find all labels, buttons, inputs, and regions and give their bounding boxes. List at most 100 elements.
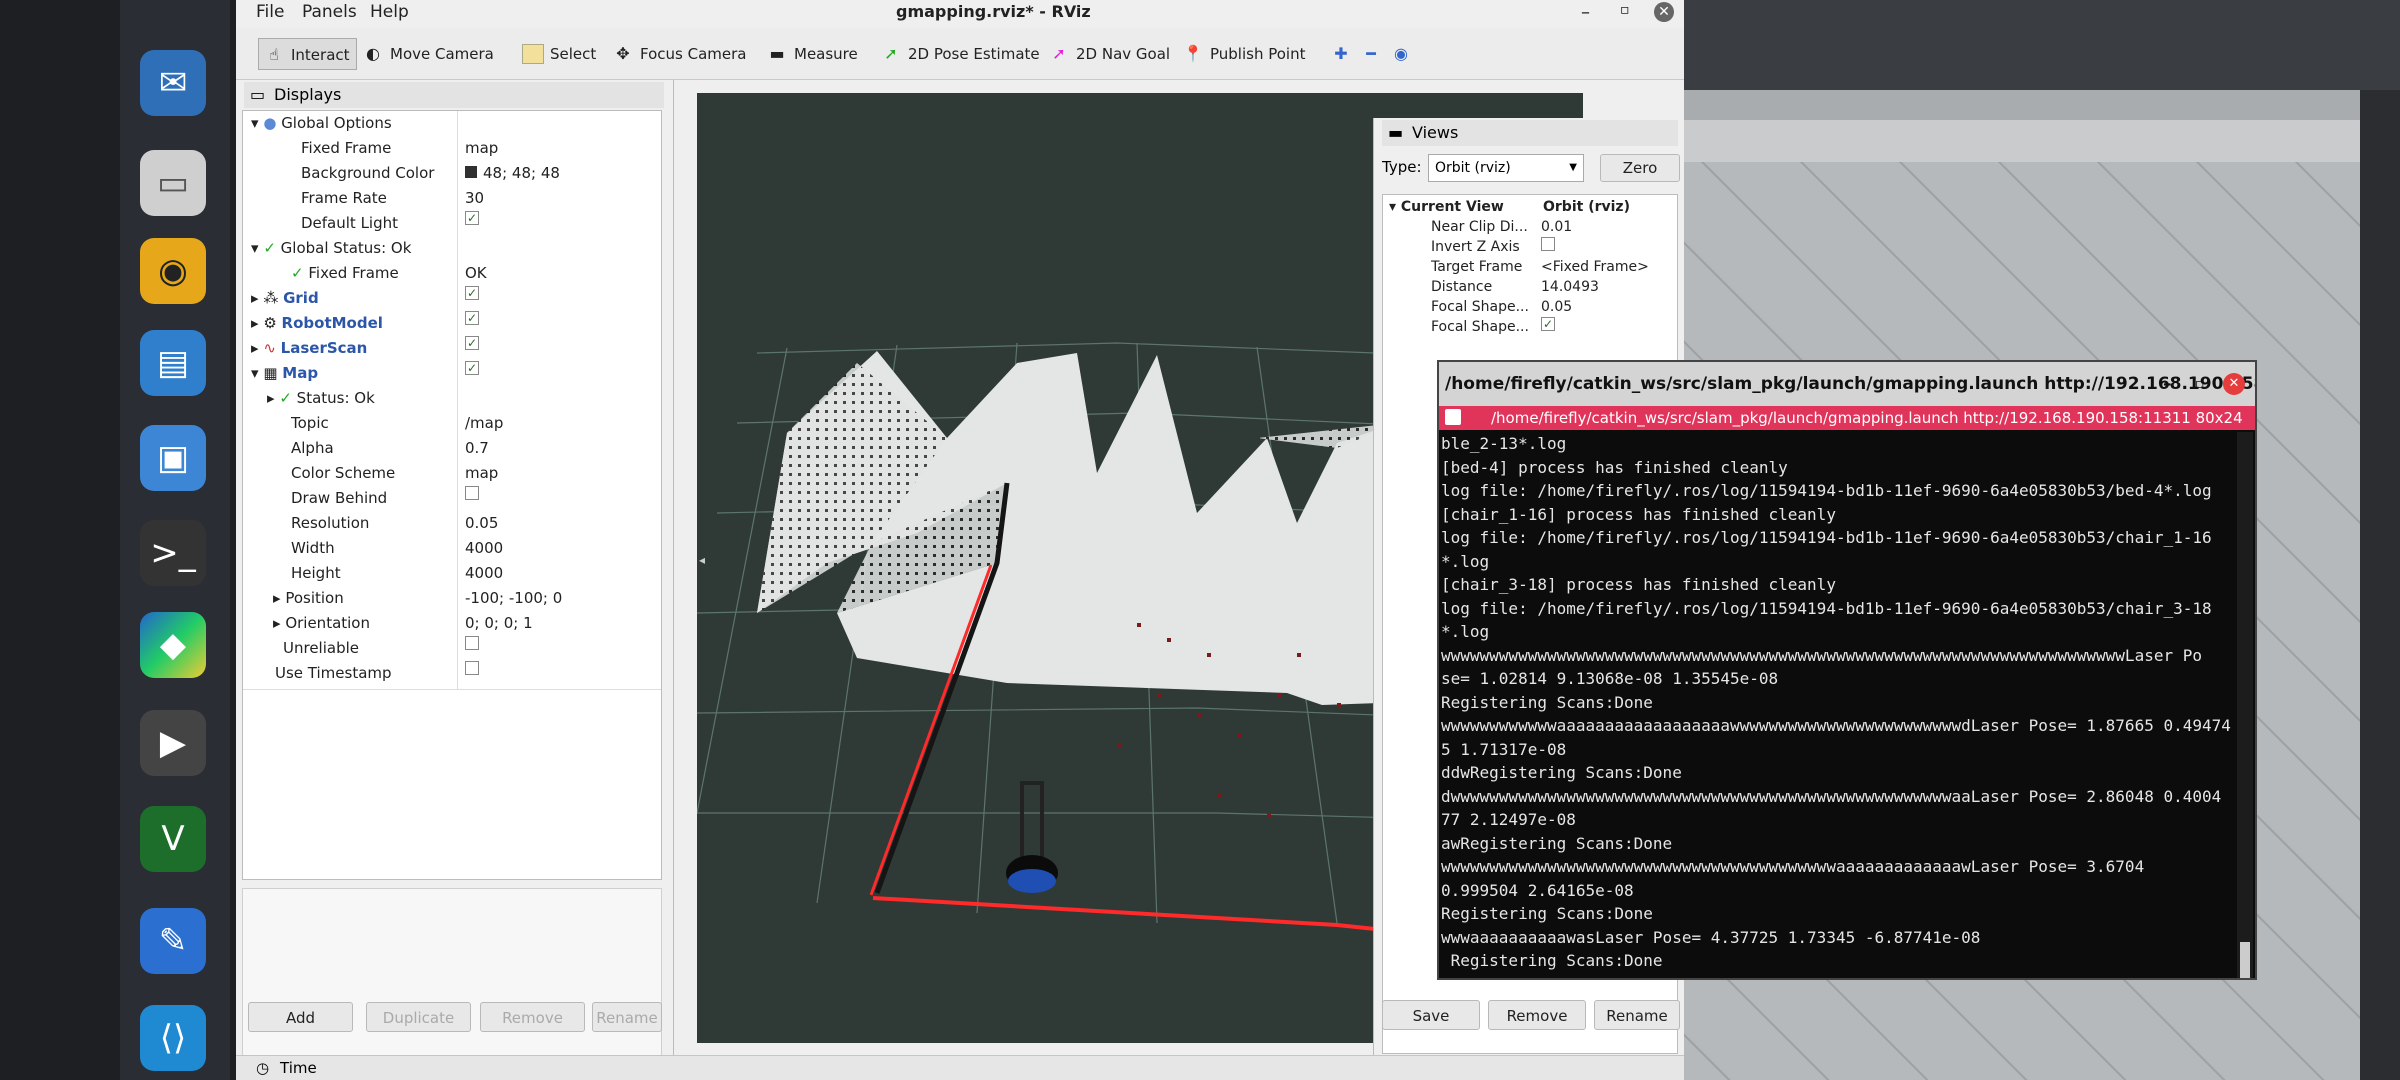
close-icon[interactable]: ✕ (2223, 373, 2245, 395)
tree-row[interactable]: Frame Rate 30 (243, 186, 661, 210)
tree-row[interactable]: ▾ ● Global Options (243, 111, 661, 135)
remove-display-button[interactable]: Remove (480, 1002, 585, 1032)
view-row[interactable]: Distance 14.0493 (1401, 277, 1599, 297)
tree-row[interactable]: ▾ ▦ Map ✓ (243, 361, 661, 385)
tree-row[interactable]: ✓ Fixed Frame OK (243, 261, 661, 285)
measure-tool[interactable]: ▬ Measure (762, 38, 864, 70)
maximize-icon[interactable]: ▫ (1620, 2, 1630, 18)
terminal-icon[interactable]: >_ (140, 520, 206, 586)
checkbox[interactable] (465, 661, 479, 675)
add-button[interactable]: Add (248, 1002, 353, 1032)
collapse-left-icon[interactable]: ◂ (699, 553, 705, 567)
add-tool-button[interactable]: ✚ (1326, 38, 1354, 70)
row-value[interactable]: 14.0493 (1541, 277, 1599, 297)
tree-row[interactable]: Fixed Frame map (243, 136, 661, 160)
rhythmbox-icon[interactable]: ◉ (140, 238, 206, 304)
zero-button[interactable]: Zero (1600, 154, 1680, 182)
row-value[interactable]: 0.7 (465, 436, 489, 460)
row-value[interactable]: <Fixed Frame> (1541, 257, 1649, 277)
close-icon[interactable]: ✕ (1654, 2, 1674, 22)
checkbox[interactable]: ✓ (465, 361, 479, 375)
checkbox[interactable] (465, 636, 479, 650)
vscode-icon[interactable]: ⟨⟩ (140, 1005, 206, 1071)
menu-panels[interactable]: Panels (302, 2, 357, 22)
tree-row[interactable]: Background Color 48; 48; 48 (243, 161, 661, 185)
view-row[interactable]: Invert Z Axis (1401, 237, 1555, 257)
tree-row[interactable]: ▾ ✓ Global Status: Ok (243, 236, 661, 260)
cube-app-icon[interactable]: ◆ (140, 612, 206, 678)
tool-properties-button[interactable]: ◉ (1386, 38, 1414, 70)
checkbox[interactable]: ✓ (465, 311, 479, 325)
tree-row[interactable]: Default Light ✓ (243, 211, 661, 235)
terminal-output[interactable]: ble_2-13*.log [bed-4] process has finishe… (1439, 432, 2235, 972)
interact-tool[interactable]: ☝ Interact (258, 38, 357, 70)
tree-row[interactable]: ▸ ∿ LaserScan ✓ (243, 336, 661, 360)
row-value[interactable]: 0.05 (1541, 297, 1572, 317)
vim-icon[interactable]: V (140, 806, 206, 872)
tree-row[interactable]: ▸ Position -100; -100; 0 (243, 586, 661, 610)
view-row[interactable]: Target Frame <Fixed Frame> (1401, 257, 1649, 277)
select-tool[interactable]: Select (518, 38, 602, 70)
rename-display-button[interactable]: Rename (592, 1002, 662, 1032)
tree-row[interactable]: ▸ ⚙ RobotModel ✓ (243, 311, 661, 335)
maximize-icon[interactable]: ▫ (2195, 362, 2205, 406)
writer-icon[interactable]: ▤ (140, 330, 206, 396)
media-player-icon[interactable]: ▶ (140, 710, 206, 776)
row-value[interactable]: 0.01 (1541, 217, 1572, 237)
row-value[interactable]: map (465, 136, 498, 160)
row-value[interactable]: 4000 (465, 561, 503, 585)
duplicate-button[interactable]: Duplicate (366, 1002, 471, 1032)
remove-tool-button[interactable]: ━ (1356, 38, 1384, 70)
view-row[interactable]: Focal Shape... 0.05 (1401, 297, 1572, 317)
pose-estimate-tool[interactable]: ➚ 2D Pose Estimate (876, 38, 1046, 70)
checkbox[interactable]: ✓ (465, 336, 479, 350)
row-value[interactable]: 0.05 (465, 511, 498, 535)
tree-row[interactable]: Draw Behind (243, 486, 661, 510)
rename-view-button[interactable]: Rename (1594, 1000, 1680, 1030)
row-value[interactable]: 30 (465, 186, 484, 210)
checkbox[interactable]: ✓ (1541, 317, 1555, 331)
view-row[interactable]: Focal Shape... ✓ (1401, 317, 1555, 337)
tree-row[interactable]: Topic/map (243, 411, 661, 435)
tree-row[interactable]: Alpha 0.7 (243, 436, 661, 460)
terminal-window[interactable]: /home/firefly/catkin_ws/src/slam_pkg/lau… (1437, 360, 2257, 980)
row-value[interactable]: -100; -100; 0 (465, 586, 562, 610)
row-value[interactable]: 48; 48; 48 (483, 164, 560, 182)
tree-row[interactable]: Height 4000 (243, 561, 661, 585)
current-view-row[interactable]: ▾ Current View Orbit (rviz) (1389, 197, 1630, 217)
row-value[interactable]: 0; 0; 0; 1 (465, 611, 533, 635)
displays-tree[interactable]: ▾ ● Global Options Fixed Frame map Backgr… (242, 110, 662, 880)
checkbox[interactable]: ✓ (465, 286, 479, 300)
tree-row[interactable]: Resolution 0.05 (243, 511, 661, 535)
software-icon[interactable]: ▣ (140, 425, 206, 491)
checkbox[interactable] (1541, 237, 1555, 251)
tree-row[interactable]: Width 4000 (243, 536, 661, 560)
terminal-scrollbar[interactable] (2237, 432, 2253, 978)
publish-point-tool[interactable]: 📍 Publish Point (1178, 38, 1311, 70)
row-value[interactable]: map (465, 461, 498, 485)
text-editor-icon[interactable]: ✎ (140, 908, 206, 974)
tree-row[interactable]: ▸ ⁂ Grid ✓ (243, 286, 661, 310)
tree-row[interactable]: ▸ Orientation 0; 0; 0; 1 (243, 611, 661, 635)
terminal-tab[interactable]: /home/firefly/catkin_ws/src/slam_pkg/lau… (1439, 406, 2255, 430)
focus-camera-tool[interactable]: ✥ Focus Camera (608, 38, 752, 70)
tree-row[interactable]: Color Scheme map (243, 461, 661, 485)
menu-help[interactable]: Help (370, 2, 409, 22)
thunderbird-icon[interactable]: ✉ (140, 50, 206, 116)
tree-row[interactable]: ▸ ✓ Status: Ok (243, 386, 661, 410)
files-icon[interactable]: ▭ (140, 150, 206, 216)
minimize-icon[interactable]: – (2163, 362, 2172, 406)
remove-view-button[interactable]: Remove (1488, 1000, 1586, 1030)
view-row[interactable]: Near Clip Di... 0.01 (1401, 217, 1572, 237)
checkbox[interactable]: ✓ (465, 211, 479, 225)
checkbox[interactable] (465, 486, 479, 500)
save-view-button[interactable]: Save (1382, 1000, 1480, 1030)
nav-goal-tool[interactable]: ➚ 2D Nav Goal (1044, 38, 1176, 70)
scrollbar-thumb[interactable] (2240, 942, 2250, 978)
tree-row[interactable]: Use Timestamp (243, 661, 661, 685)
move-camera-tool[interactable]: ◐ Move Camera (358, 38, 500, 70)
menu-file[interactable]: File (256, 2, 284, 22)
minimize-icon[interactable]: – (1581, 2, 1590, 23)
row-value[interactable]: 4000 (465, 536, 503, 560)
view-type-select[interactable]: Orbit (rviz) ▼ (1428, 154, 1584, 182)
